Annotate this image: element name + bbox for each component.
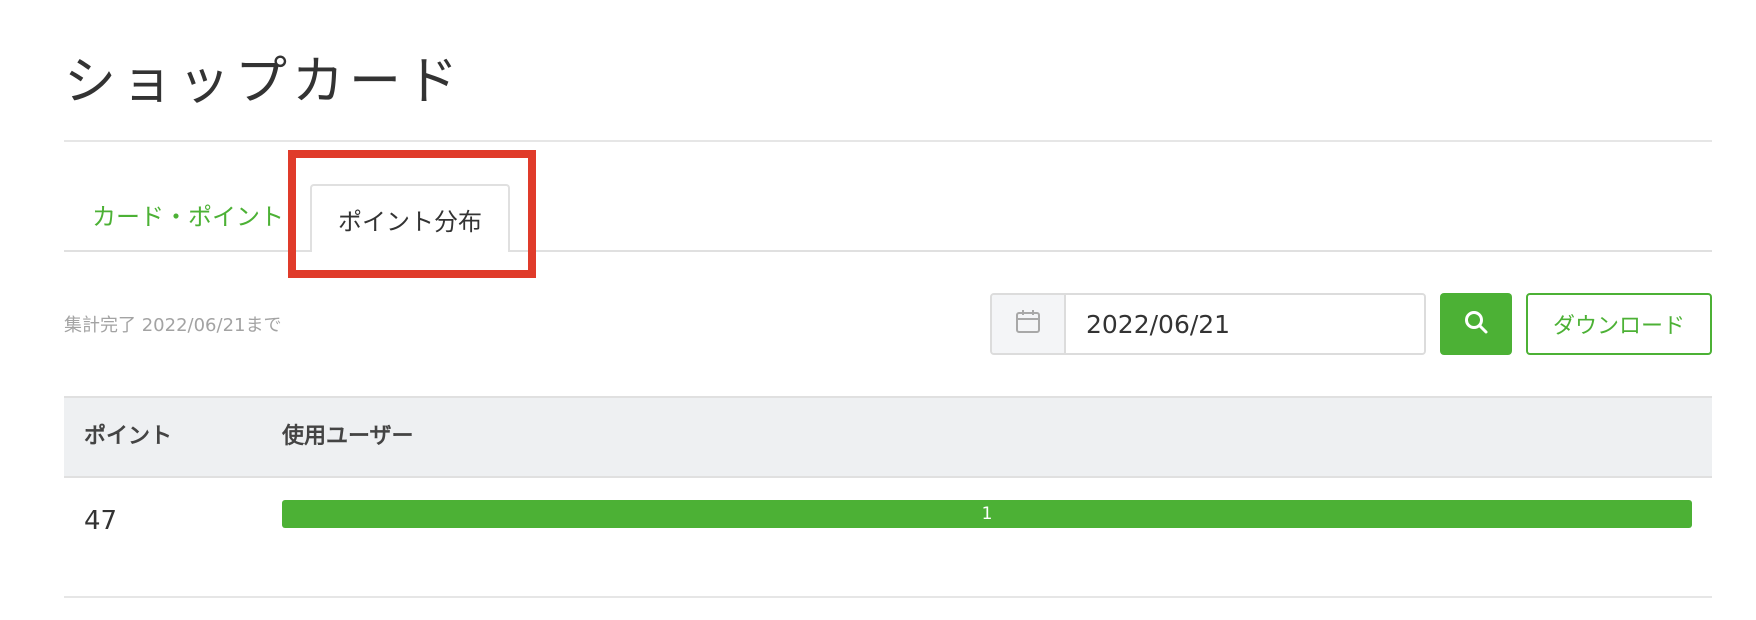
date-picker xyxy=(990,293,1426,355)
table-header: ポイント 使用ユーザー xyxy=(64,396,1712,478)
column-header-points: ポイント xyxy=(84,424,173,449)
download-button[interactable]: ダウンロード xyxy=(1526,293,1712,355)
date-input[interactable] xyxy=(1066,295,1424,353)
user-count-bar: 1 xyxy=(282,500,1692,528)
search-icon xyxy=(1463,309,1489,339)
aggregation-status-text: 集計完了 2022/06/21まで xyxy=(64,315,282,336)
points-cell: 47 xyxy=(84,506,118,536)
column-header-users: 使用ユーザー xyxy=(282,424,414,449)
user-count-label: 1 xyxy=(981,504,993,524)
search-button[interactable] xyxy=(1440,293,1512,355)
tab-point-distribution-label: ポイント分布 xyxy=(338,207,482,236)
calendar-button[interactable] xyxy=(992,295,1066,353)
user-count-bar-track: 1 xyxy=(282,500,1692,528)
tab-card-points[interactable]: カード・ポイント xyxy=(92,200,284,234)
page-title: ショップカード xyxy=(64,52,464,112)
table-row: 47 1 xyxy=(64,478,1712,598)
tab-point-distribution[interactable]: ポイント分布 xyxy=(310,184,510,252)
calendar-icon xyxy=(1015,309,1041,339)
title-divider xyxy=(64,140,1712,142)
shop-card-page: ショップカード カード・ポイント ポイント分布 集計完了 2022/06/21ま… xyxy=(0,0,1756,620)
